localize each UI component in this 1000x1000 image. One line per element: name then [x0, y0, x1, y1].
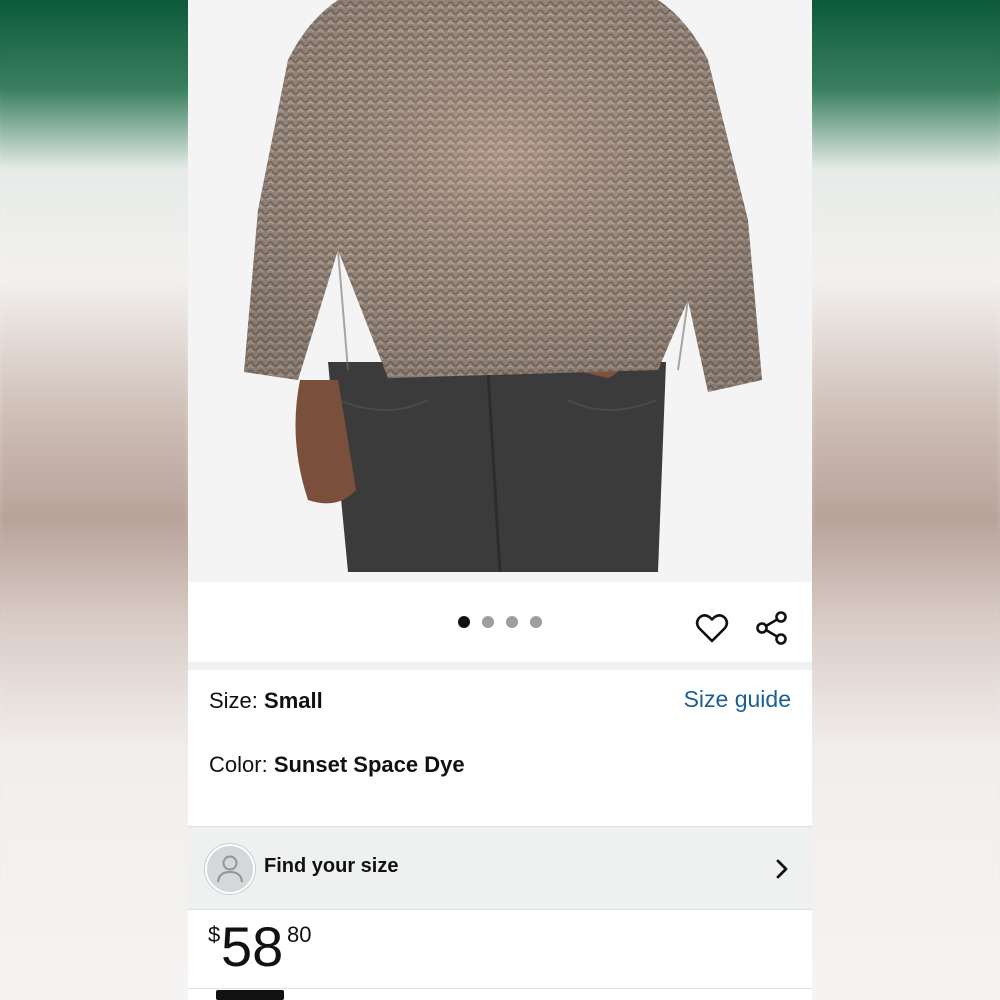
find-your-size-button[interactable]: Find your size [188, 826, 812, 910]
background-blur-right [812, 0, 1000, 1000]
add-to-cart-button-partial[interactable] [216, 990, 284, 1000]
carousel-dot-1[interactable] [458, 616, 470, 628]
product-image[interactable] [188, 0, 812, 582]
color-label: Color: [209, 752, 268, 777]
heart-icon[interactable] [694, 610, 730, 646]
product-page: Size: Small Size guide Color: Sunset Spa… [188, 0, 812, 1000]
user-avatar-icon [205, 844, 255, 894]
carousel-dot-2[interactable] [482, 616, 494, 628]
color-value: Sunset Space Dye [273, 752, 465, 777]
background-blur-left [0, 0, 188, 1000]
share-icon[interactable] [754, 610, 790, 646]
bottom-divider [188, 988, 812, 989]
price-cents: 80 [287, 922, 312, 947]
section-divider [188, 662, 812, 670]
size-selection: Size: Small [209, 688, 323, 714]
product-photo [188, 0, 812, 582]
carousel-dot-3[interactable] [506, 616, 518, 628]
size-value: Small [264, 688, 323, 713]
chevron-right-icon [776, 859, 788, 879]
gallery-controls [188, 582, 812, 662]
price-whole: 58 [221, 915, 284, 978]
price-currency: $ [208, 922, 221, 947]
carousel-dots[interactable] [458, 616, 542, 628]
carousel-dot-4[interactable] [530, 616, 542, 628]
size-label: Size: [209, 688, 258, 713]
find-your-size-label: Find your size [264, 855, 399, 877]
color-selection: Color: Sunset Space Dye [209, 752, 465, 778]
size-guide-link[interactable]: Size guide [684, 686, 791, 713]
